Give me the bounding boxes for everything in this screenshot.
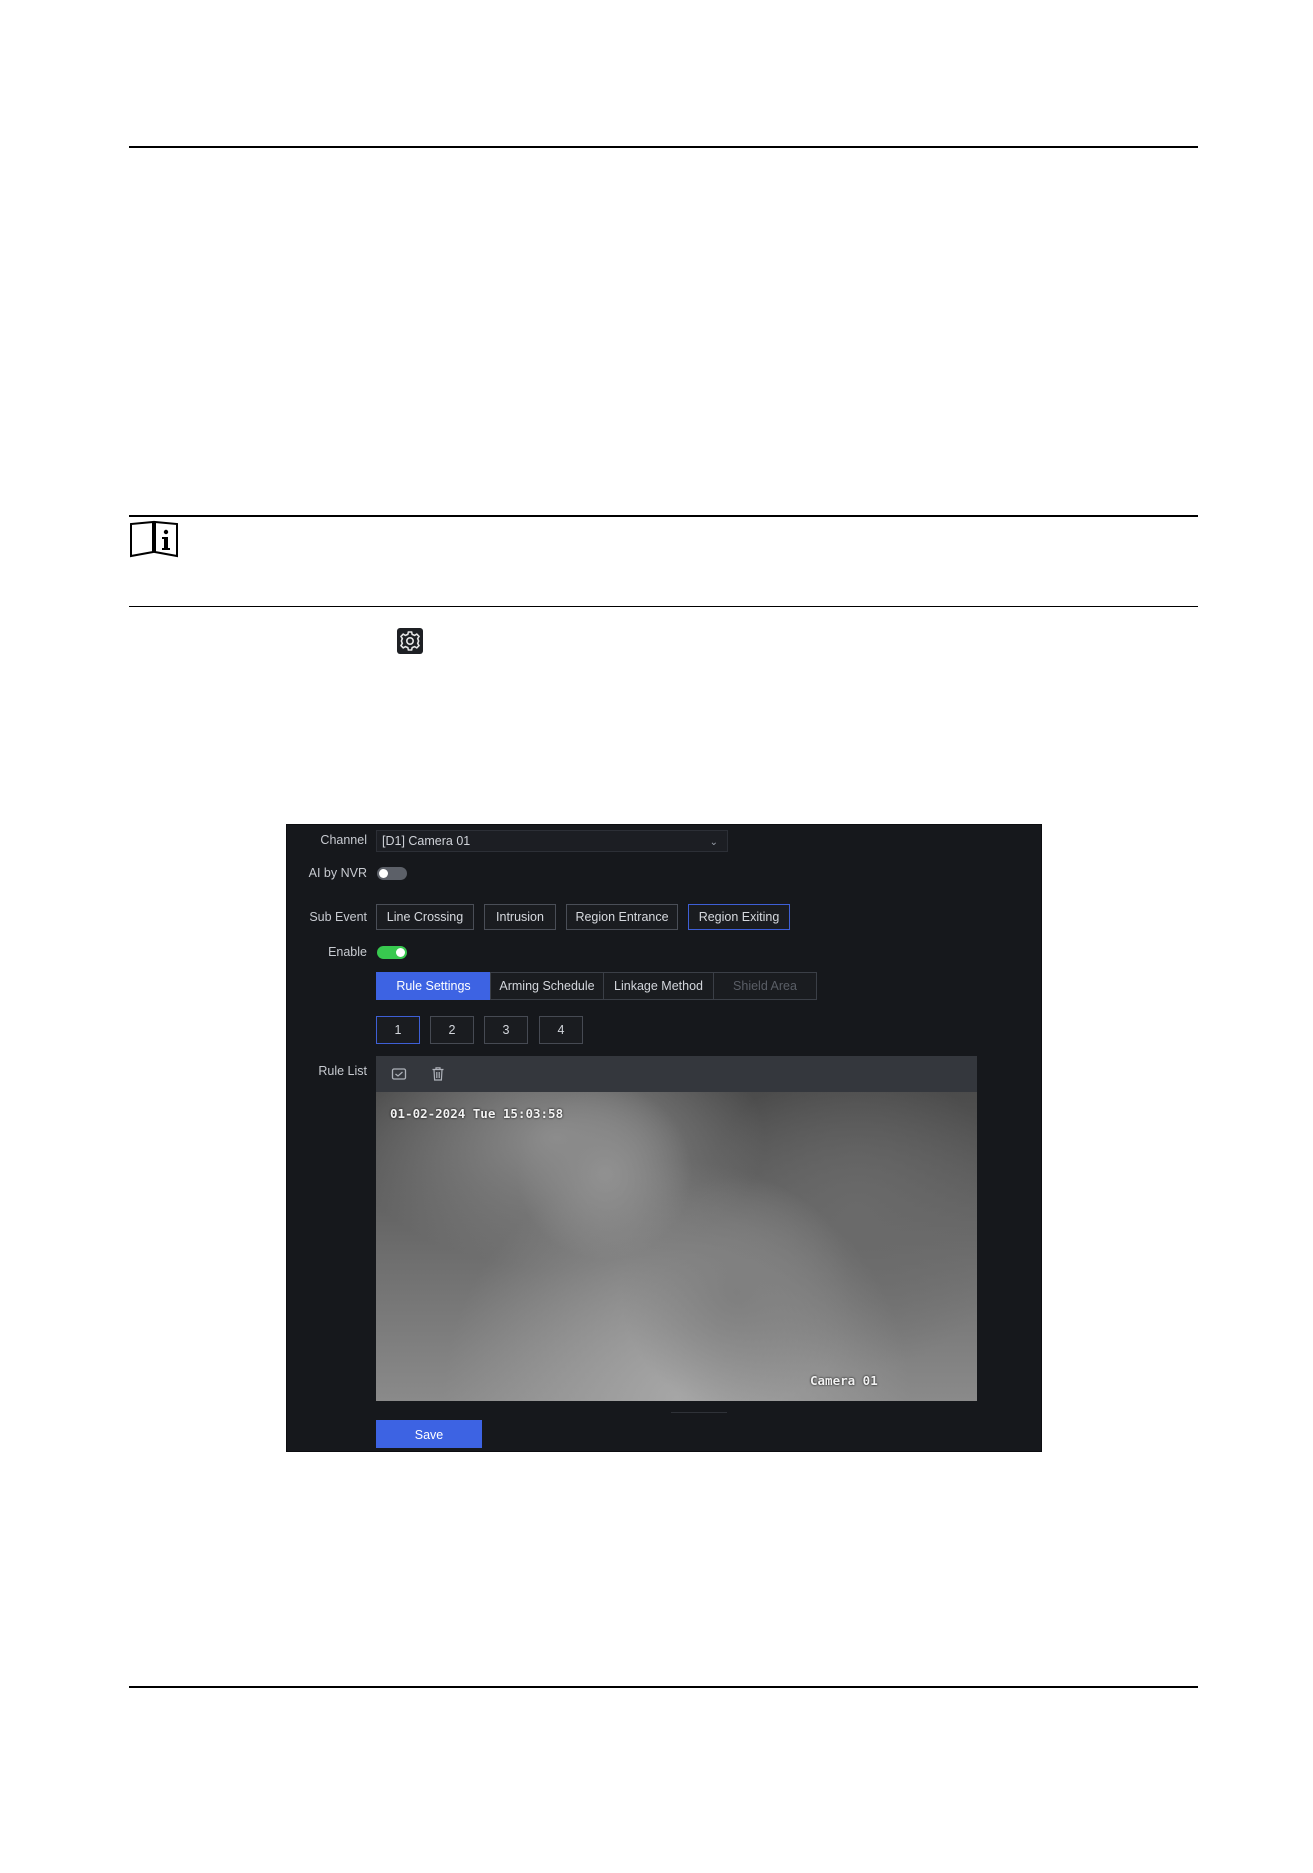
delete-icon[interactable]	[429, 1065, 447, 1083]
tab-rule-settings[interactable]: Rule Settings	[376, 972, 491, 1000]
rule-number-3[interactable]: 3	[484, 1016, 528, 1044]
rule-list-toolbar	[376, 1056, 977, 1092]
tab-shield-area[interactable]: Shield Area	[713, 972, 817, 1000]
note-icon	[130, 520, 178, 558]
toggle-knob	[379, 869, 388, 878]
note-top-rule	[129, 515, 1198, 517]
preview-divider	[671, 1412, 727, 1413]
video-timestamp: 01-02-2024 Tue 15:03:58	[390, 1106, 564, 1121]
chevron-down-icon: ⌄	[709, 837, 718, 848]
nvr-settings-panel: Channel [D1] Camera 01 ⌄ AI by NVR Sub E…	[286, 824, 1042, 1452]
channel-select[interactable]: [D1] Camera 01 ⌄	[376, 830, 728, 852]
video-camera-name: Camera 01	[810, 1373, 878, 1388]
sub-event-line-crossing[interactable]: Line Crossing	[376, 904, 474, 930]
rule-list-label: Rule List	[318, 1064, 367, 1078]
rule-number-2[interactable]: 2	[430, 1016, 474, 1044]
live-video-preview[interactable]: 01-02-2024 Tue 15:03:58 Camera 01	[376, 1092, 977, 1401]
tab-linkage-method[interactable]: Linkage Method	[603, 972, 714, 1000]
sub-event-intrusion[interactable]: Intrusion	[484, 904, 556, 930]
sub-event-region-exiting[interactable]: Region Exiting	[688, 904, 790, 930]
settings-tabs: Rule Settings Arming Schedule Linkage Me…	[376, 972, 817, 1000]
enable-toggle[interactable]	[377, 946, 407, 959]
draw-area-icon[interactable]	[390, 1065, 408, 1083]
sub-event-label: Sub Event	[309, 910, 367, 924]
ai-by-nvr-label: AI by NVR	[308, 866, 367, 880]
toggle-knob	[396, 948, 405, 957]
note-bottom-rule	[129, 606, 1198, 607]
channel-label: Channel	[320, 833, 367, 847]
gear-icon	[397, 628, 423, 654]
enable-label: Enable	[328, 945, 367, 959]
bottom-rule	[129, 1686, 1198, 1688]
save-button[interactable]: Save	[376, 1420, 482, 1448]
sub-event-region-entrance[interactable]: Region Entrance	[566, 904, 678, 930]
ai-by-nvr-toggle[interactable]	[377, 867, 407, 880]
top-rule	[129, 146, 1198, 148]
tab-arming-schedule[interactable]: Arming Schedule	[490, 972, 604, 1000]
channel-select-value: [D1] Camera 01	[382, 834, 471, 848]
rule-number-1[interactable]: 1	[376, 1016, 420, 1044]
rule-number-4[interactable]: 4	[539, 1016, 583, 1044]
